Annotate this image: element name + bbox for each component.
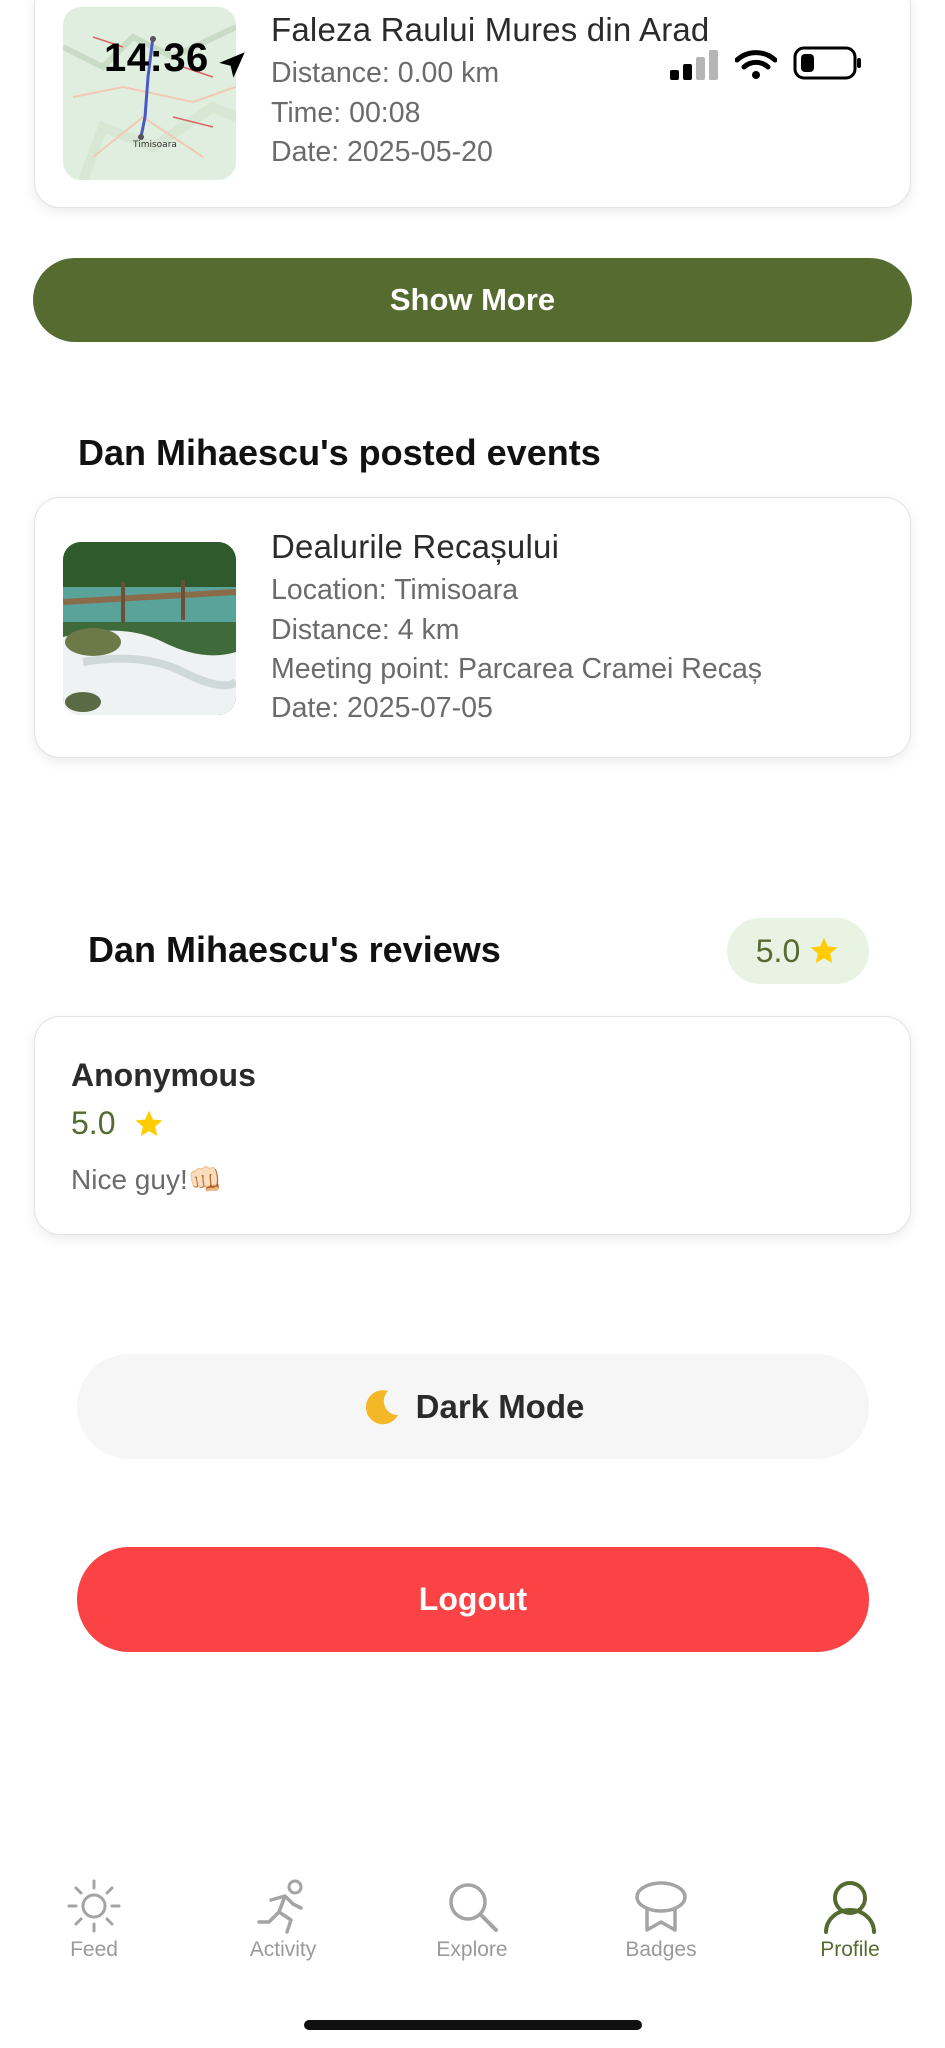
review-rating: 5.0 [71,1105,165,1142]
battery-icon [793,46,861,80]
person-icon [824,1881,876,1934]
star-icon [810,937,838,963]
tab-activity-label: Activity [249,1938,317,1961]
event-title: Dealurile Recașului [271,528,560,565]
signal-icon [670,50,718,80]
event-meeting-point: Meeting point: Parcarea Cramei Recaș [271,653,763,685]
events-section-title: Dan Mihaescu's posted events [78,432,601,473]
activity-distance: Distance: 0.00 km [271,57,500,89]
tab-profile-label: Profile [820,1938,880,1961]
location-arrow-icon [219,52,245,78]
event-distance: Distance: 4 km [271,614,460,646]
event-date: Date: 2025-07-05 [271,692,493,724]
search-icon [449,1883,498,1932]
event-location: Location: Timisoara [271,574,519,606]
route-map-thumbnail: Timisoara [63,7,236,180]
average-rating-badge: 5.0 [727,918,869,984]
event-card[interactable]: Dealurile Recașului Location: Timisoara … [34,497,911,758]
average-rating-value: 5.0 [755,932,801,969]
tab-badges[interactable]: Badges [591,1878,731,1962]
logout-button[interactable]: Logout [77,1547,869,1652]
tab-explore-label: Explore [436,1938,508,1961]
wifi-icon [735,50,777,79]
home-indicator [304,2020,642,2030]
activity-card[interactable]: Timisoara Faleza Raului Mures din Arad D… [34,0,911,208]
dark-mode-label: Dark Mode [415,1387,585,1425]
activity-title: Faleza Raului Mures din Arad [271,11,710,48]
badge-icon [635,1881,687,1932]
moon-icon [365,1389,398,1424]
tab-profile[interactable]: Profile [780,1878,920,1962]
map-label: Timisoara [132,140,177,150]
status-time: 14:36 [104,36,209,80]
sun-icon [67,1879,121,1933]
dark-mode-toggle[interactable]: Dark Mode [77,1354,869,1459]
activity-date: Date: 2025-05-20 [271,136,493,168]
event-thumbnail [63,542,236,715]
runner-icon [257,1879,303,1934]
tab-feed[interactable]: Feed [24,1878,164,1962]
review-author: Anonymous [71,1057,256,1093]
show-more-button[interactable]: Show More [33,258,912,342]
activity-time: Time: 00:08 [271,97,421,129]
review-card: Anonymous 5.0 Nice guy!👊🏻 [34,1016,911,1235]
review-text: Nice guy!👊🏻 [71,1164,223,1195]
tab-feed-label: Feed [70,1938,118,1961]
tab-badges-label: Badges [625,1938,697,1961]
tab-explore[interactable]: Explore [402,1878,542,1962]
reviews-section-title: Dan Mihaescu's reviews [88,929,501,970]
star-icon [136,1110,163,1136]
tab-activity[interactable]: Activity [213,1878,353,1962]
review-rating-value: 5.0 [71,1105,116,1141]
